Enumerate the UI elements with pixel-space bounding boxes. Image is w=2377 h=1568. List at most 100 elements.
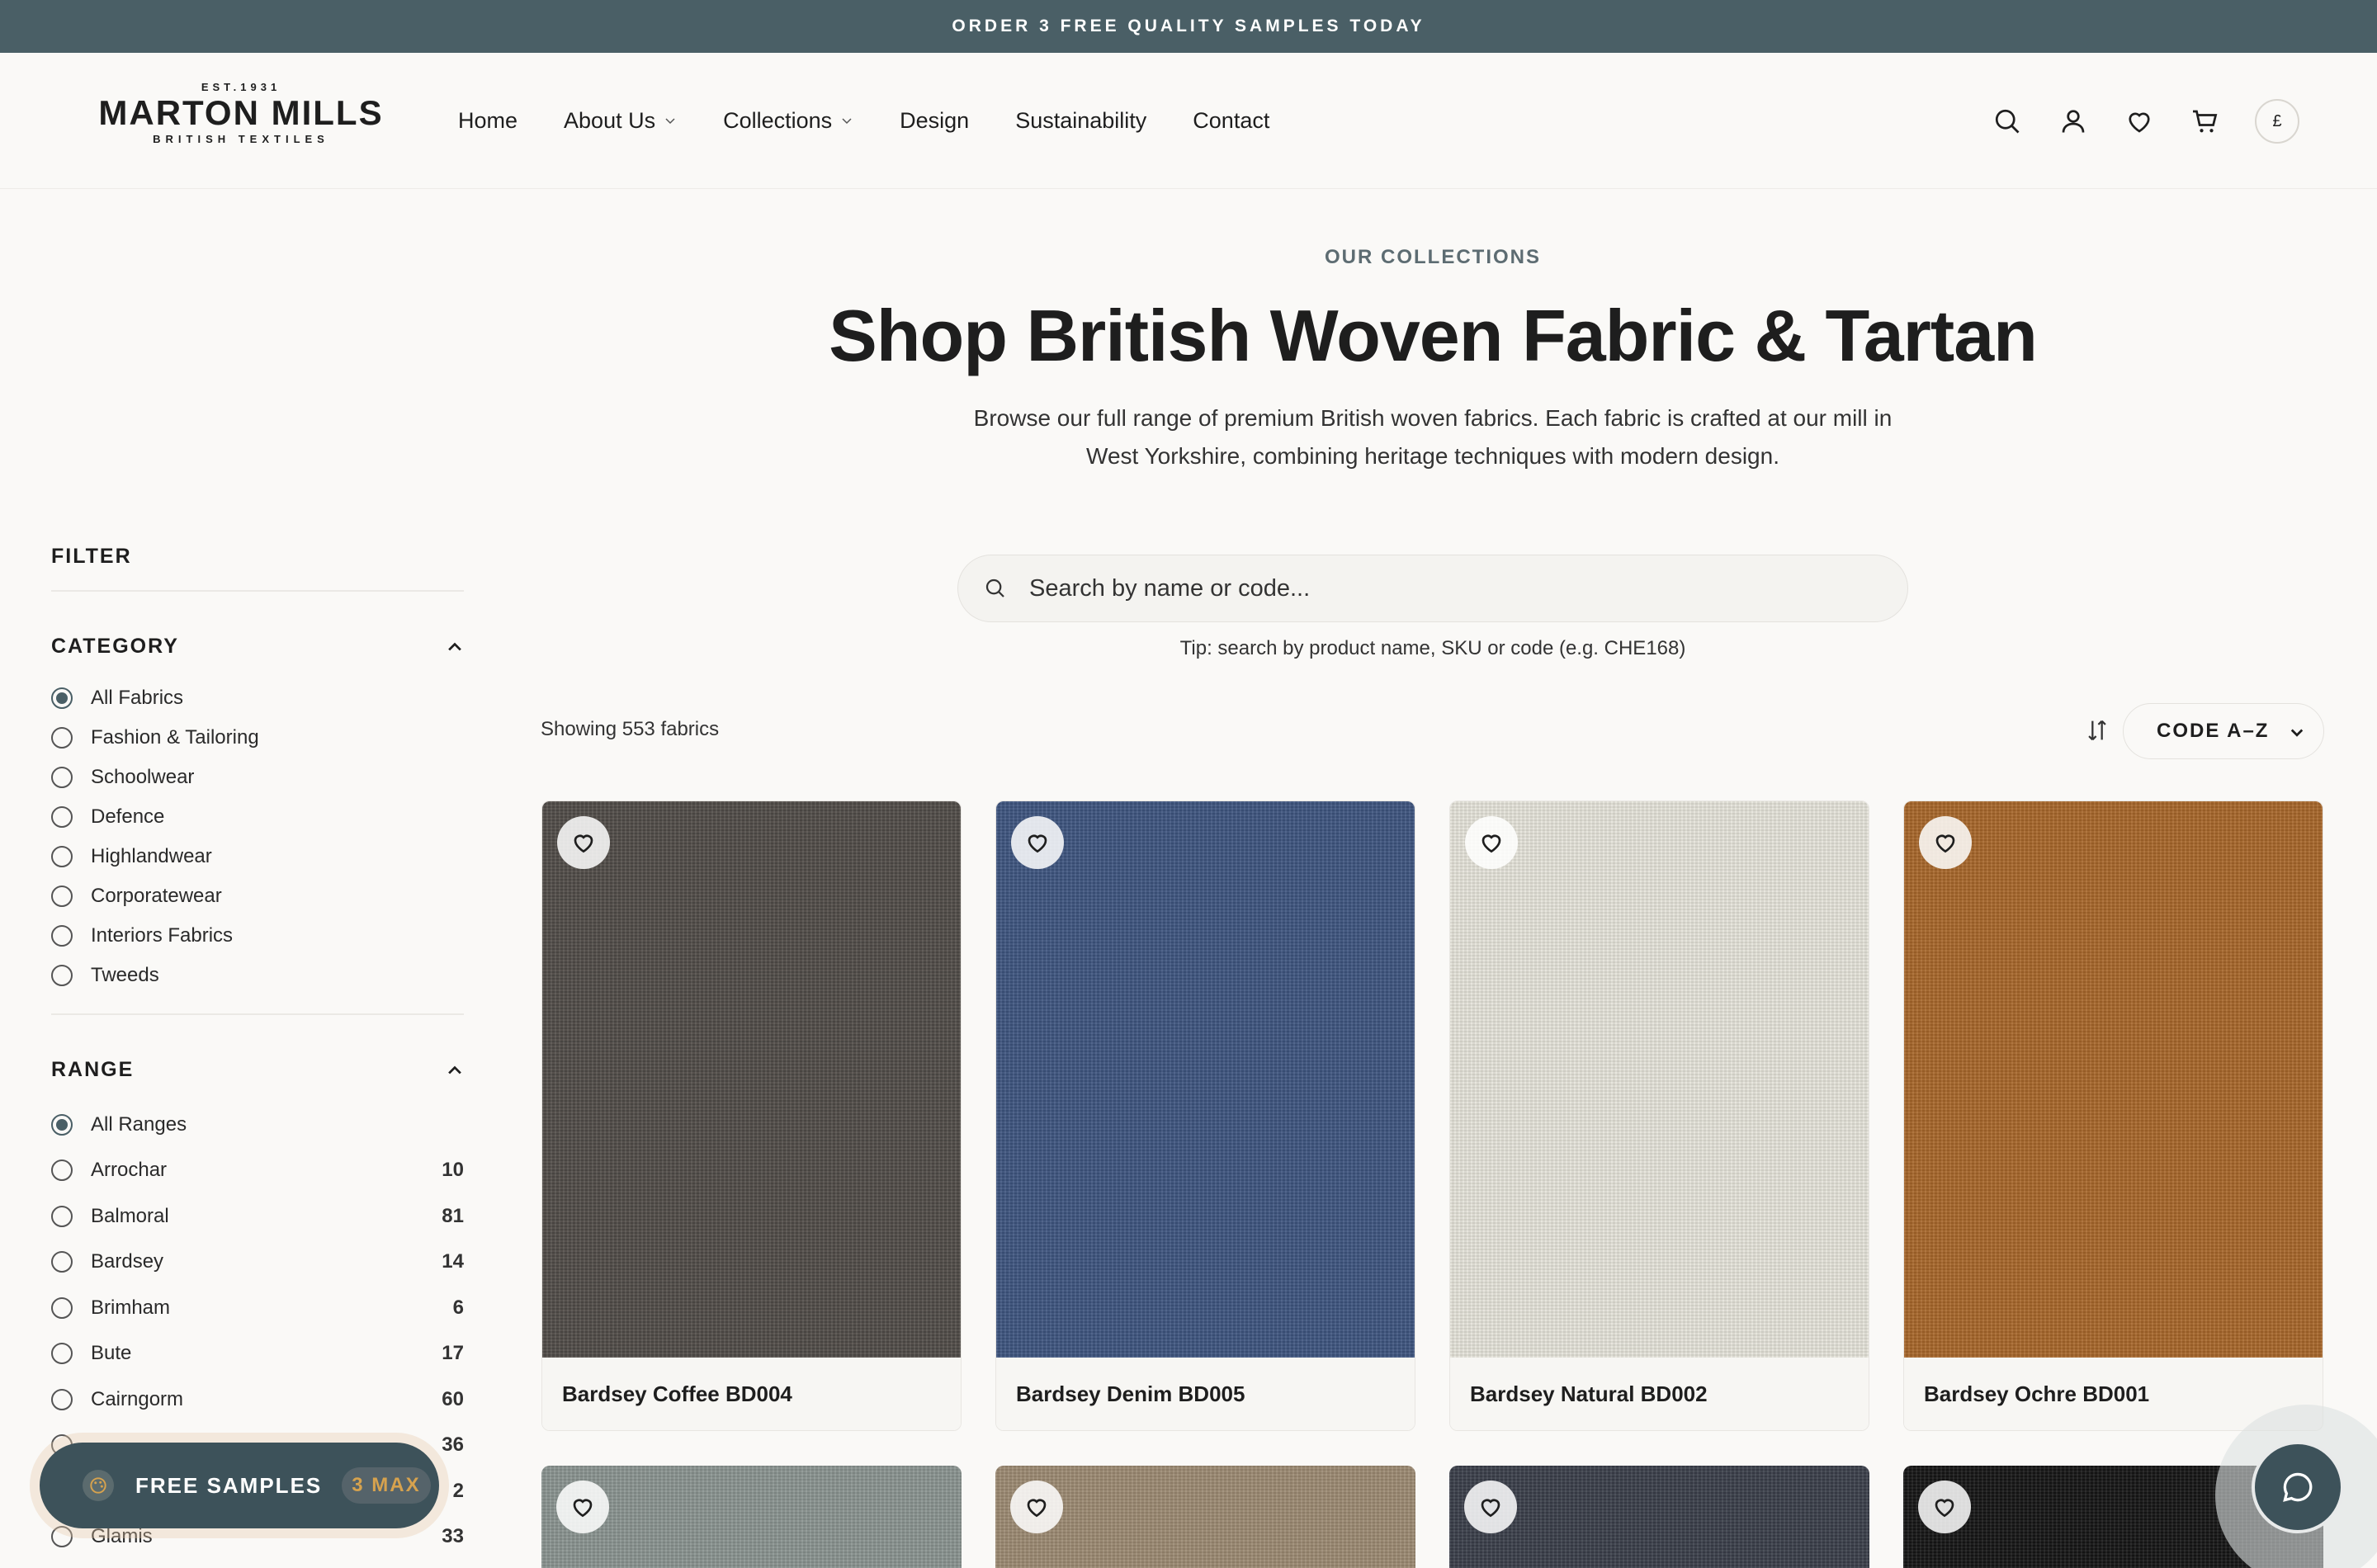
chevron-up-icon [448, 642, 461, 650]
radio-button[interactable] [51, 687, 73, 709]
filter-option[interactable]: Highlandwear [51, 837, 464, 876]
site-header: EST.1931 MARTON MILLS BRITISH TEXTILES H… [0, 53, 2377, 189]
category-section-toggle[interactable]: CATEGORY [51, 635, 464, 659]
filter-option[interactable]: Fashion & Tailoring [51, 718, 464, 758]
search-input[interactable] [1029, 574, 1772, 602]
product-card[interactable]: Bardsey Ochre BD001 [1903, 801, 2323, 1431]
radio-button[interactable] [51, 886, 73, 907]
radio-button[interactable] [51, 1526, 73, 1548]
filter-option-count: 17 [442, 1342, 464, 1365]
hero-description: Browse our full range of premium British… [949, 399, 1916, 475]
heart-icon [1935, 834, 1955, 853]
range-section-toggle[interactable]: RANGE [51, 1058, 464, 1082]
filter-option-label: Interiors Fabrics [91, 924, 234, 947]
free-samples-button[interactable]: FREE SAMPLES 3 MAX [40, 1443, 439, 1528]
product-card[interactable]: Bardsey Denim BD005 [995, 801, 1415, 1431]
radio-button[interactable] [51, 1113, 73, 1136]
filter-option[interactable]: All Ranges [51, 1102, 464, 1148]
wishlist-button[interactable] [2123, 105, 2156, 138]
filter-option-label: All Ranges [91, 1112, 187, 1136]
favourite-button[interactable] [556, 1481, 609, 1533]
filter-option-label: Balmoral [91, 1204, 169, 1227]
filter-option[interactable]: Bardsey 14 [51, 1240, 464, 1286]
filter-option[interactable]: Balmoral 81 [51, 1193, 464, 1240]
nav-contact[interactable]: Contact [1193, 104, 1269, 137]
filter-option-label: Bardsey [91, 1250, 164, 1273]
fabric-swatch-image[interactable] [1450, 801, 1869, 1358]
filter-option[interactable]: Interiors Fabrics [51, 916, 464, 956]
radio-button[interactable] [51, 727, 73, 749]
product-card[interactable] [1449, 1466, 1869, 1568]
product-card[interactable]: Bardsey Natural BD002 [1449, 801, 1869, 1431]
radio-button[interactable] [51, 767, 73, 788]
radio-button[interactable] [51, 965, 73, 986]
filter-option[interactable]: Arrochar 10 [51, 1148, 464, 1194]
product-name[interactable]: Bardsey Coffee BD004 [542, 1358, 961, 1430]
category-section-title: CATEGORY [51, 635, 179, 658]
filter-option[interactable]: Corporatewear [51, 876, 464, 916]
filter-option[interactable]: All Fabrics [51, 678, 464, 718]
product-card[interactable] [995, 1466, 1415, 1568]
favourite-button[interactable] [1465, 816, 1518, 869]
logo[interactable]: EST.1931 MARTON MILLS BRITISH TEXTILES [96, 81, 386, 145]
chevron-up-icon [448, 1065, 461, 1074]
radio-button[interactable] [51, 1388, 73, 1410]
chevron-down-icon [2290, 729, 2304, 737]
filter-option-count: 33 [442, 1525, 464, 1548]
product-card[interactable]: Bardsey Coffee BD004 [541, 801, 962, 1431]
nav-design[interactable]: Design [900, 104, 969, 137]
radio-button[interactable] [51, 1251, 73, 1273]
sort-select[interactable]: CODE A–Z [2123, 703, 2324, 759]
cart-button[interactable] [2189, 105, 2222, 138]
nav-about-us[interactable]: About Us [564, 104, 677, 137]
radio-button[interactable] [51, 846, 73, 867]
favourite-button[interactable] [1464, 1481, 1517, 1533]
search-bar [957, 555, 1908, 622]
heart-icon [1935, 1499, 1954, 1518]
nav-sustainability[interactable]: Sustainability [1015, 104, 1146, 137]
favourite-button[interactable] [557, 816, 610, 869]
cart-icon [2193, 110, 2218, 133]
search-icon [985, 579, 1004, 597]
favourite-button[interactable] [1010, 1481, 1063, 1533]
filter-option-count: 10 [442, 1159, 464, 1182]
radio-button[interactable] [51, 1343, 73, 1365]
filter-option-label: Bute [91, 1342, 132, 1365]
favourite-button[interactable] [1919, 816, 1972, 869]
radio-button[interactable] [51, 806, 73, 828]
radio-button[interactable] [51, 1205, 73, 1227]
favourite-button[interactable] [1011, 816, 1064, 869]
filter-option[interactable]: Bute 17 [51, 1331, 464, 1377]
samples-max-badge: 3 MAX [342, 1467, 431, 1504]
filter-option[interactable]: Tweeds [51, 956, 464, 995]
filter-option[interactable]: Brimham 6 [51, 1285, 464, 1331]
heart-icon [1481, 834, 1501, 853]
product-name[interactable]: Bardsey Denim BD005 [996, 1358, 1415, 1430]
chat-button[interactable] [2252, 1441, 2344, 1533]
fabric-swatch-image[interactable] [996, 801, 1415, 1358]
favourite-button[interactable] [1918, 1481, 1971, 1533]
radio-button[interactable] [51, 1296, 73, 1319]
fabric-swatch-image[interactable] [542, 801, 961, 1358]
radio-button[interactable] [51, 925, 73, 947]
filter-option-label: Brimham [91, 1296, 171, 1319]
filter-sidebar: FILTER CATEGORY All Fabrics Fashion & Tai… [51, 545, 464, 1560]
filter-option-label: Schoolwear [91, 766, 195, 788]
fabric-swatch-image[interactable] [1904, 801, 2323, 1358]
nav-home[interactable]: Home [458, 104, 517, 137]
filter-option[interactable]: Schoolwear [51, 758, 464, 797]
search-button[interactable] [1991, 105, 2024, 138]
product-card[interactable] [541, 1466, 962, 1568]
nav-home-label: Home [458, 107, 518, 133]
currency-selector[interactable]: £ [2255, 99, 2299, 144]
chat-bubble-icon [2283, 1472, 2313, 1502]
nav-collections[interactable]: Collections [723, 104, 853, 137]
hero-eyebrow: OUR COLLECTIONS [1325, 246, 1541, 268]
promo-banner[interactable]: ORDER 3 FREE QUALITY SAMPLES TODAY [0, 0, 2377, 53]
radio-button[interactable] [51, 1159, 73, 1182]
heart-icon [574, 834, 593, 853]
product-name[interactable]: Bardsey Natural BD002 [1450, 1358, 1869, 1430]
filter-option[interactable]: Cairngorm 60 [51, 1377, 464, 1423]
filter-option[interactable]: Defence [51, 797, 464, 837]
account-button[interactable] [2057, 105, 2090, 138]
